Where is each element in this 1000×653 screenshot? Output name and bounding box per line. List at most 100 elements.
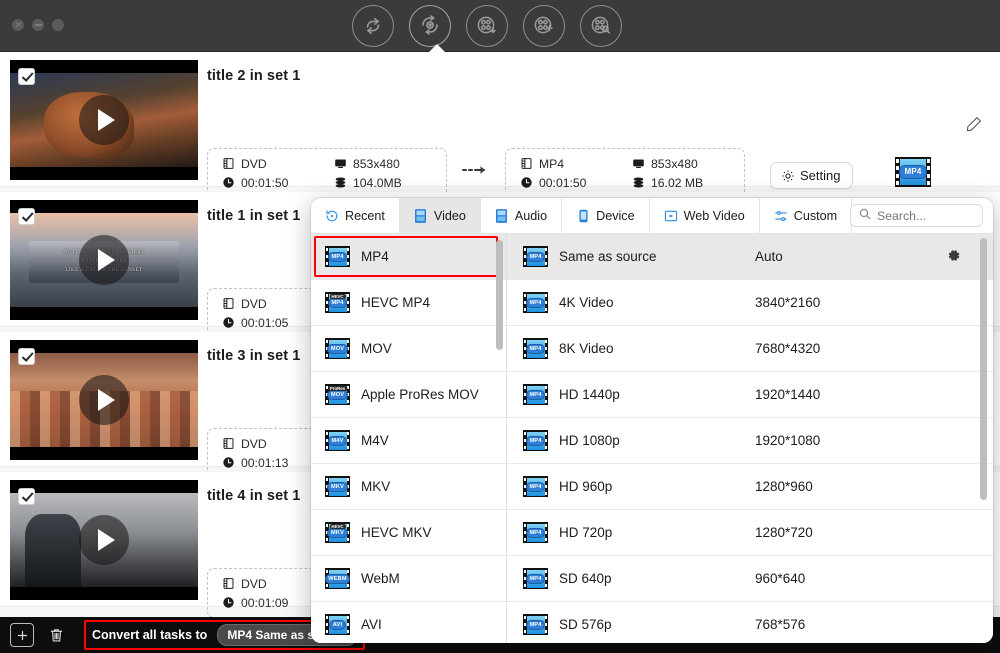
format-picker-popover[interactable]: Recent Video Audio Device [311, 198, 993, 643]
list-item[interactable]: MP4 MP4 [311, 234, 506, 280]
mp4-format-icon: MP4 [523, 614, 548, 635]
source-format: DVD [241, 297, 267, 311]
play-icon[interactable] [79, 515, 129, 565]
video-download-icon[interactable] [466, 5, 508, 47]
list-item[interactable]: ProRes MOV Apple ProRes MOV [311, 372, 506, 418]
play-icon[interactable] [79, 235, 129, 285]
play-icon[interactable] [79, 95, 129, 145]
format-picker-body: MP4 MP4 HEVC MP4 HEVC MP4 [311, 234, 993, 643]
list-item[interactable]: MP4 4K Video 3840*2160 [507, 280, 993, 326]
tab-custom[interactable]: Custom [760, 198, 852, 233]
task-checkbox[interactable] [18, 68, 35, 85]
tab-device[interactable]: Device [562, 198, 650, 233]
format-badge-label: MP4 [328, 298, 347, 308]
output-format-badge[interactable]: MP4 [895, 157, 931, 187]
resolution-value: 1920*1080 [755, 433, 820, 448]
page-title: title 1 in set 1 [207, 208, 300, 224]
format-badge-top: ProRes [328, 386, 347, 391]
search-box[interactable] [850, 204, 983, 227]
list-item[interactable]: MP4 Same as source Auto [507, 234, 993, 280]
ripper-icon[interactable] [409, 5, 451, 47]
toolbar [352, 5, 622, 47]
disk-size-icon [632, 176, 645, 189]
list-item[interactable]: MP4 8K Video 7680*4320 [507, 326, 993, 372]
format-badge-label: MP4 [328, 252, 347, 262]
tab-video-label: Video [434, 209, 466, 223]
gear-icon[interactable] [946, 248, 961, 266]
resolution-list-scrollbar[interactable] [980, 238, 987, 500]
resolution-badge-label: MP4 [526, 252, 545, 262]
edit-pencil-icon[interactable] [966, 116, 982, 137]
source-format: DVD [241, 437, 267, 451]
resolution-badge-label: MP4 [526, 528, 545, 538]
add-file-button[interactable] [10, 623, 34, 647]
source-format: DVD [241, 157, 267, 171]
video-toolbox-icon[interactable] [580, 5, 622, 47]
video-thumbnail[interactable] [10, 60, 198, 180]
clock-icon [222, 596, 235, 609]
convert-arrow-icon [462, 164, 490, 176]
setting-button[interactable]: Setting [770, 162, 853, 189]
format-badge-top: HEVC [329, 294, 345, 299]
list-item[interactable]: HEVC MP4 HEVC MP4 [311, 280, 506, 326]
task-checkbox[interactable] [18, 488, 35, 505]
tab-audio[interactable]: Audio [481, 198, 562, 233]
avi-format-icon: AVI [325, 614, 350, 635]
list-item[interactable]: MP4 HD 720p 1280*720 [507, 510, 993, 556]
monitor-icon [334, 157, 347, 170]
format-badge-label: MOV [327, 344, 347, 354]
video-edit-icon[interactable] [523, 5, 565, 47]
format-list[interactable]: MP4 MP4 HEVC MP4 HEVC MP4 [311, 234, 507, 643]
tab-recent[interactable]: Recent [311, 198, 400, 233]
resolution-value: 768*576 [755, 617, 805, 632]
target-duration: 00:01:50 [539, 176, 586, 190]
task-checkbox[interactable] [18, 208, 35, 225]
page-title: title 2 in set 1 [207, 68, 300, 84]
video-icon [414, 209, 428, 223]
list-item[interactable]: MOV MOV [311, 326, 506, 372]
resolution-list[interactable]: MP4 Same as source Auto [507, 234, 993, 643]
task-checkbox[interactable] [18, 348, 35, 365]
target-resolution: 853x480 [651, 157, 698, 171]
list-item[interactable]: MP4 SD 640p 960*640 [507, 556, 993, 602]
play-icon[interactable] [79, 375, 129, 425]
mp4-format-icon: MP4 [523, 338, 548, 359]
clock-icon [520, 176, 533, 189]
resolution-value: 1280*960 [755, 479, 813, 494]
list-item[interactable]: MP4 SD 576p 768*576 [507, 602, 993, 643]
video-thumbnail[interactable]: AT ITS MIGHTIEST HOLIESTA LIFE FOREVERLI… [10, 200, 198, 320]
clock-icon [222, 176, 235, 189]
converter-icon[interactable] [352, 5, 394, 47]
list-item[interactable]: AVI AVI [311, 602, 506, 643]
target-size: 16.02 MB [651, 176, 703, 190]
close-window-button[interactable] [12, 19, 24, 31]
format-badge-label: MKV [327, 528, 347, 538]
minimize-window-button[interactable] [32, 19, 44, 31]
list-item[interactable]: HEVC MKV HEVC MKV [311, 510, 506, 556]
format-label: MP4 [361, 249, 389, 264]
hevc-mp4-format-icon: HEVC MP4 [325, 292, 350, 313]
recent-clock-icon [325, 209, 339, 223]
mp4-format-icon: MP4 [523, 292, 548, 313]
search-input[interactable] [877, 209, 974, 223]
resolution-label: HD 720p [559, 525, 612, 540]
list-item[interactable]: MP4 HD 960p 1280*960 [507, 464, 993, 510]
format-label: Apple ProRes MOV [361, 387, 479, 402]
tab-web-video-label: Web Video [684, 209, 745, 223]
format-badge-label: AVI [329, 620, 346, 630]
list-item[interactable]: MKV MKV [311, 464, 506, 510]
list-item[interactable]: WEBM WebM [311, 556, 506, 602]
zoom-window-button[interactable] [52, 19, 64, 31]
tab-web-video[interactable]: Web Video [650, 198, 760, 233]
list-item[interactable]: MP4 HD 1080p 1920*1080 [507, 418, 993, 464]
resolution-label: HD 1080p [559, 433, 620, 448]
video-thumbnail[interactable] [10, 480, 198, 600]
list-item[interactable]: M4V M4V [311, 418, 506, 464]
tab-video[interactable]: Video [400, 198, 481, 233]
video-thumbnail[interactable] [10, 340, 198, 460]
list-item[interactable]: MP4 HD 1440p 1920*1440 [507, 372, 993, 418]
delete-button[interactable] [44, 623, 68, 647]
film-icon [222, 437, 235, 450]
format-list-scrollbar[interactable] [496, 240, 503, 350]
table-row[interactable]: title 2 in set 1 DVD [0, 52, 1000, 187]
